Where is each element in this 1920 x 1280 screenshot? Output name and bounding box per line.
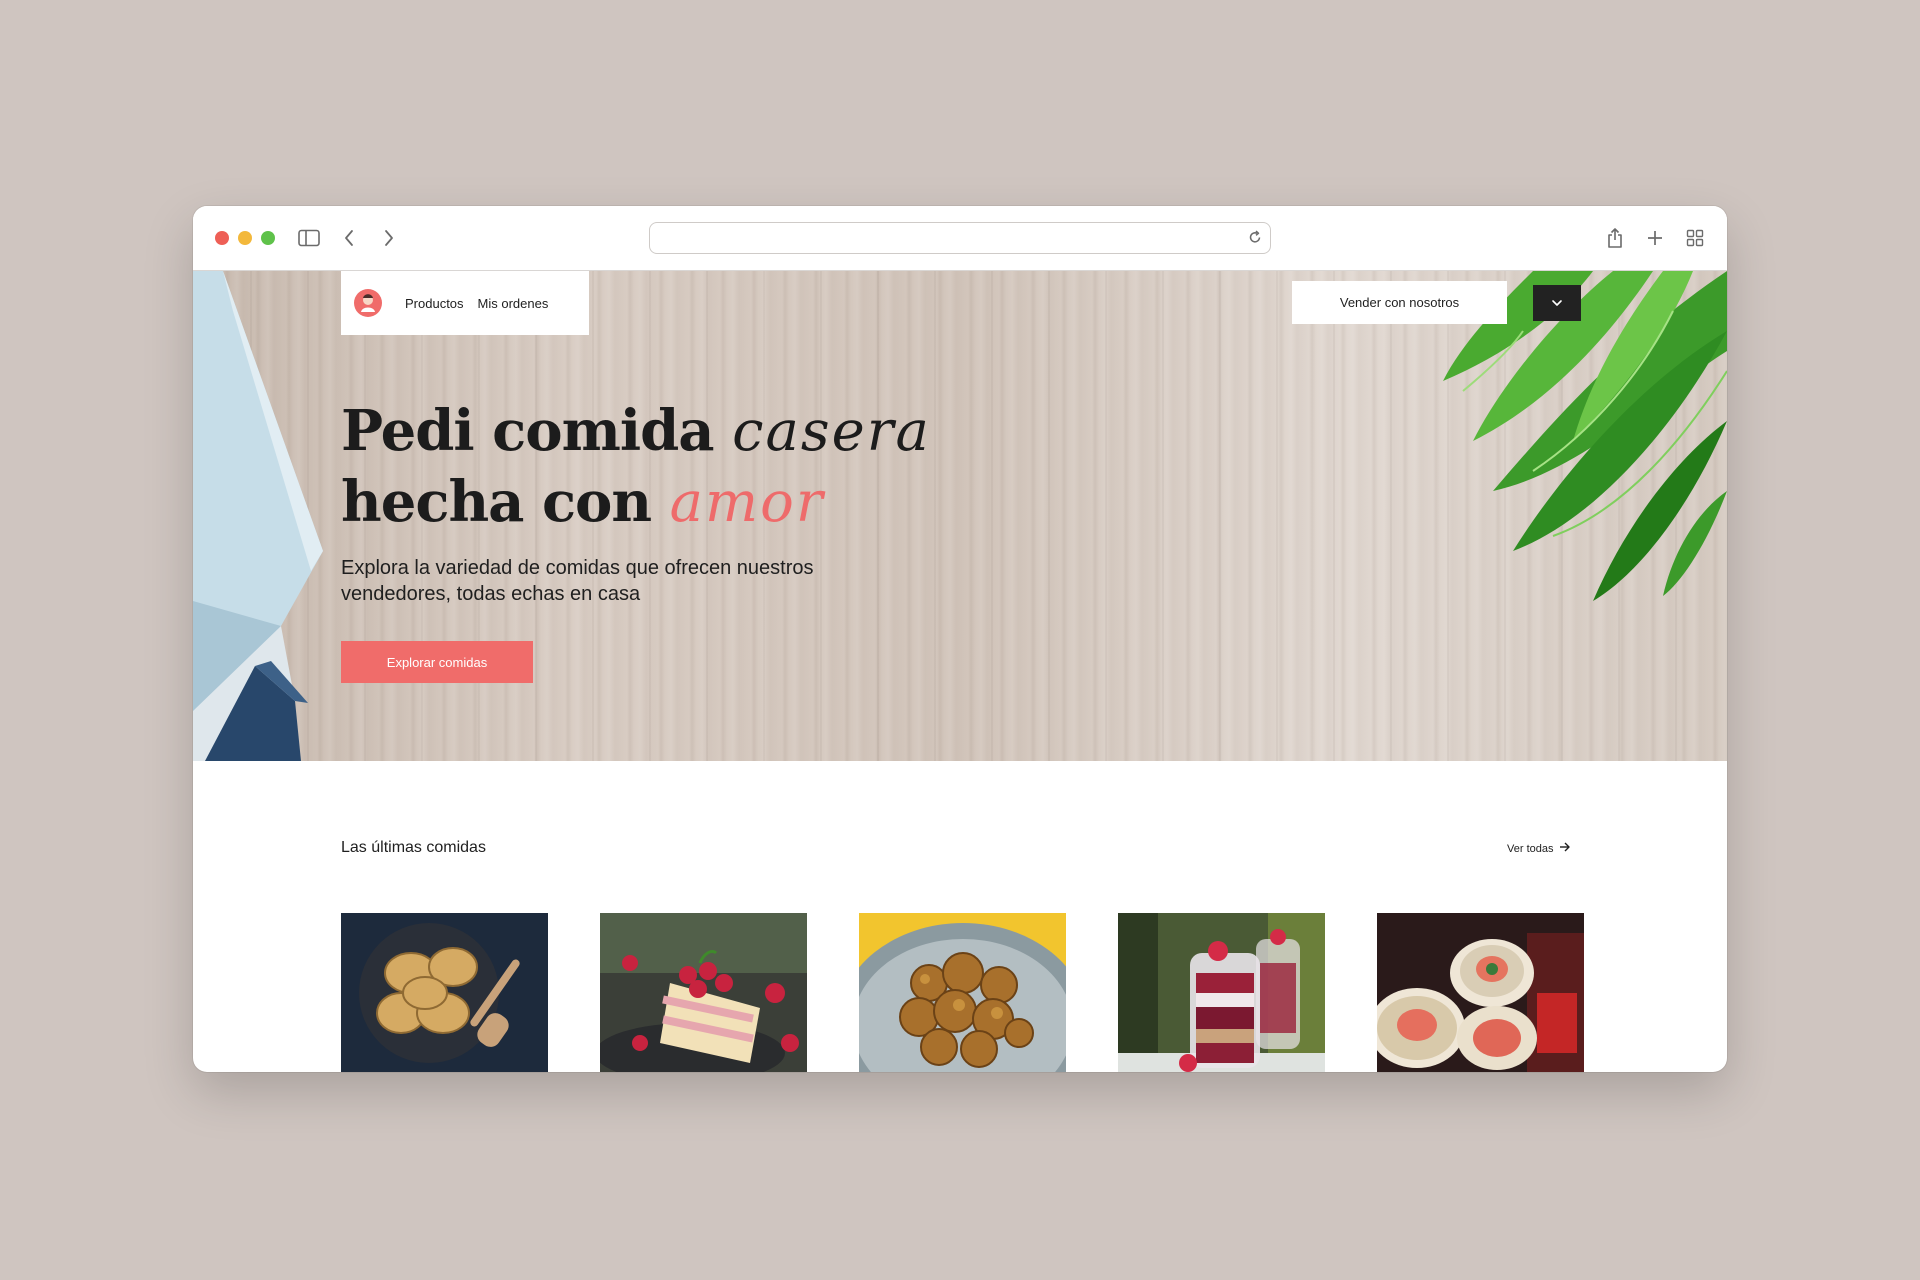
logo-icon[interactable] <box>353 288 383 318</box>
grid-icon[interactable] <box>1683 226 1707 250</box>
food-card-berry-parfait[interactable] <box>1118 913 1325 1072</box>
headline-line2: hecha con <box>341 469 652 535</box>
sell-with-us-button[interactable]: Vender con nosotros <box>1292 281 1507 324</box>
latest-foods-title: Las últimas comidas <box>341 839 486 856</box>
hero-subtitle: Explora la variedad de comidas que ofrec… <box>341 557 814 605</box>
headline-line1: Pedi comida <box>341 398 715 464</box>
sidebar-icon[interactable] <box>297 226 321 250</box>
food-card-fried-chicken[interactable] <box>859 913 1066 1072</box>
forward-icon[interactable] <box>377 226 401 250</box>
food-card-sushi[interactable] <box>1377 913 1584 1072</box>
browser-window: Productos Mis ordenes Vender con nosotro… <box>193 206 1727 1072</box>
see-all-label: Ver todas <box>1507 842 1554 855</box>
sushi-image <box>1377 913 1584 1072</box>
nav-link-products[interactable]: Productos <box>405 296 464 311</box>
hero-headline: Pedi comida casera hecha con amor <box>341 396 931 538</box>
empanadas-image <box>341 913 548 1072</box>
nav-link-orders[interactable]: Mis ordenes <box>478 296 549 311</box>
hero-section: Productos Mis ordenes Vender con nosotro… <box>193 271 1727 761</box>
main-nav: Productos Mis ordenes <box>341 271 589 335</box>
minimize-window-button[interactable] <box>238 231 252 245</box>
explore-food-button[interactable]: Explorar comidas <box>341 641 533 683</box>
see-all-link[interactable]: Ver todas <box>1507 842 1571 855</box>
plus-icon[interactable] <box>1643 226 1667 250</box>
food-card-raspberry-cake[interactable] <box>600 913 807 1072</box>
arrow-right-icon <box>1559 842 1571 855</box>
raspberry-cake-image <box>600 913 807 1072</box>
headline-script-word-casera: casera <box>732 399 931 464</box>
close-window-button[interactable] <box>215 231 229 245</box>
berry-parfait-image <box>1118 913 1325 1072</box>
chevron-down-icon <box>1551 294 1563 312</box>
maximize-window-button[interactable] <box>261 231 275 245</box>
fried-chicken-image <box>859 913 1066 1072</box>
food-card-empanadas[interactable] <box>341 913 548 1072</box>
address-bar[interactable] <box>649 222 1271 254</box>
reload-icon[interactable] <box>1248 229 1262 250</box>
share-icon[interactable] <box>1603 226 1627 250</box>
back-icon[interactable] <box>337 226 361 250</box>
account-dropdown-button[interactable] <box>1533 285 1581 321</box>
browser-toolbar <box>193 206 1727 271</box>
headline-script-word-amor: amor <box>669 470 825 535</box>
